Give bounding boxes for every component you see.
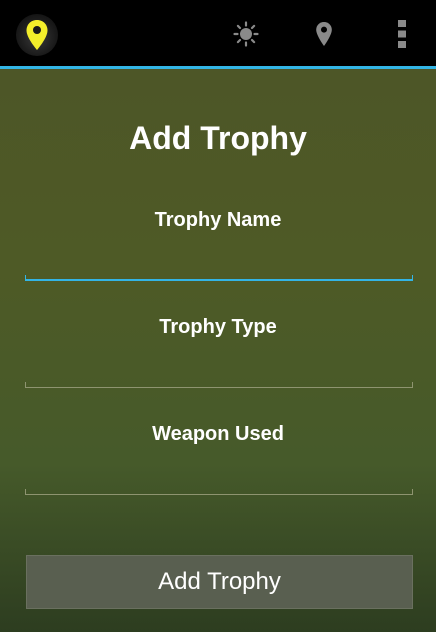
- trophy-type-underline: [25, 382, 413, 388]
- action-bar: [0, 0, 436, 66]
- add-trophy-button[interactable]: Add Trophy: [26, 555, 413, 609]
- location-pin-icon[interactable]: [304, 14, 344, 54]
- trophy-name-underline: [25, 275, 413, 281]
- trophy-type-input[interactable]: [25, 351, 413, 387]
- page-title: Add Trophy: [129, 120, 307, 156]
- add-trophy-form: Add Trophy Trophy Name Trophy Type Weapo…: [0, 69, 436, 632]
- trophy-type-label: Trophy Type: [159, 316, 277, 338]
- weapon-used-input[interactable]: [25, 458, 413, 494]
- trophy-name-label: Trophy Name: [154, 209, 282, 231]
- weapon-used-label: Weapon Used: [152, 423, 284, 445]
- trophy-name-input[interactable]: [25, 244, 413, 280]
- app-screen: Add Trophy Trophy Name Trophy Type Weapo…: [0, 0, 436, 632]
- brightness-icon[interactable]: [226, 14, 266, 54]
- weapon-used-underline: [25, 489, 413, 495]
- map-pin-icon[interactable]: [16, 14, 58, 56]
- overflow-menu-icon[interactable]: [382, 14, 422, 54]
